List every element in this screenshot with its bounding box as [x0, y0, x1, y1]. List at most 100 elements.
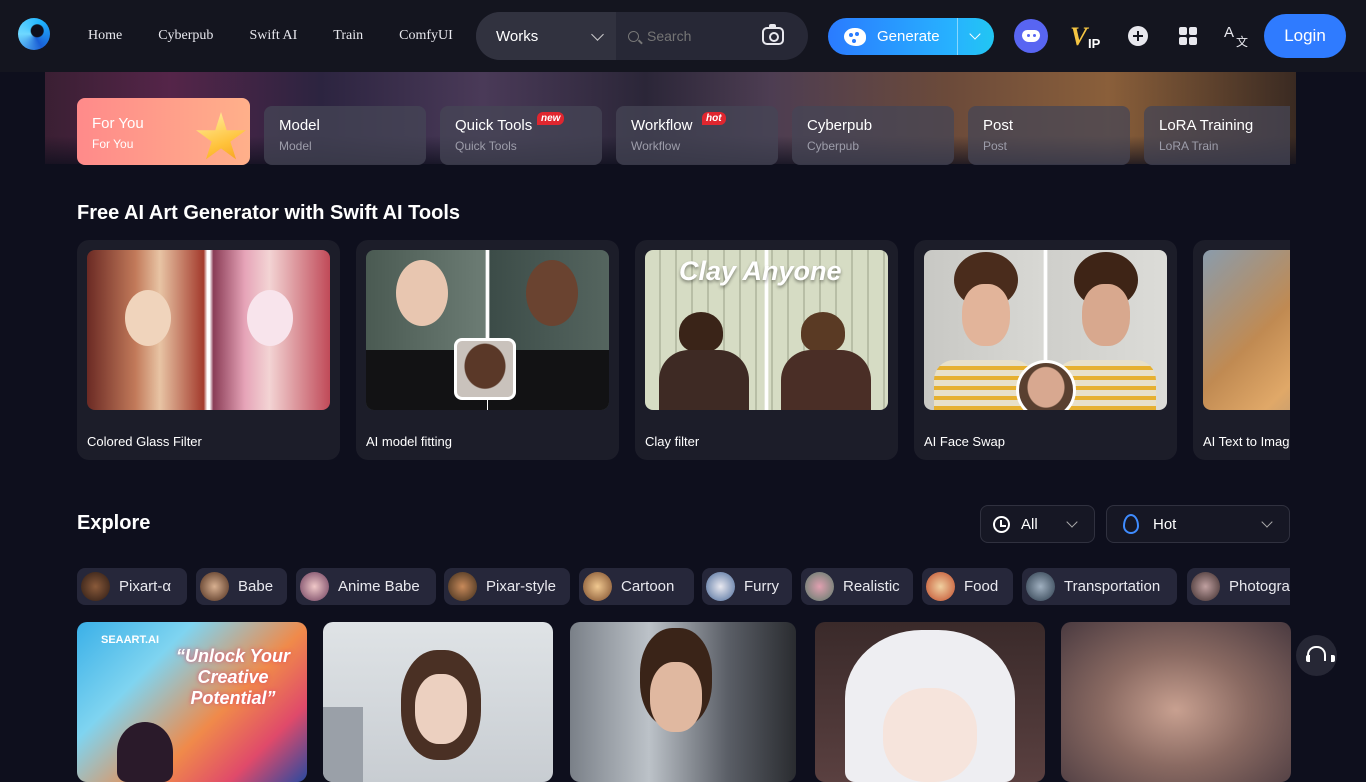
- clock-icon: [993, 516, 1010, 533]
- apps-grid-icon[interactable]: [1179, 27, 1197, 45]
- tool-card-label: AI Text to Image: [1203, 434, 1290, 449]
- main-nav-links: Home Cyberpub Swift AI Train ComfyUI: [88, 0, 489, 72]
- search-input[interactable]: [647, 28, 757, 44]
- nav-link-comfyui[interactable]: ComfyUI: [399, 28, 453, 44]
- tool-preview-image: Clay Anyone: [645, 250, 888, 410]
- category-card-post[interactable]: Post Post: [968, 106, 1130, 165]
- category-card-cyberpub[interactable]: Cyberpub Cyberpub: [792, 106, 954, 165]
- gallery-card[interactable]: [1061, 622, 1291, 782]
- tool-card-face-swap[interactable]: AI Face Swap: [914, 240, 1177, 460]
- sort-filter-select[interactable]: Hot: [1106, 505, 1290, 543]
- vip-icon[interactable]: V IP: [1068, 20, 1104, 52]
- generate-dropdown-chevron-icon[interactable]: [969, 28, 981, 40]
- customer-support-headset-icon[interactable]: [1296, 635, 1337, 676]
- gallery-card[interactable]: [323, 622, 553, 782]
- discord-icon[interactable]: [1014, 19, 1048, 53]
- tag-label: Transportation: [1064, 578, 1161, 595]
- category-subtitle: Model: [279, 139, 312, 153]
- tool-cards-row: Colored Glass Filter AI model fitting Cl…: [77, 240, 1290, 462]
- tag-babe[interactable]: Babe: [196, 568, 287, 605]
- chevron-down-icon: [591, 28, 604, 41]
- tag-label: Anime Babe: [338, 578, 420, 595]
- tag-furry[interactable]: Furry: [702, 568, 792, 605]
- tool-card-clay-filter[interactable]: Clay Anyone Clay filter: [635, 240, 898, 460]
- nav-link-home[interactable]: Home: [88, 28, 122, 44]
- nav-link-cyberpub[interactable]: Cyberpub: [158, 28, 213, 44]
- nav-link-swift-ai[interactable]: Swift AI: [249, 28, 297, 44]
- gallery-brand-text: SEAART.AI: [101, 634, 160, 646]
- tag-photography[interactable]: Photography: [1187, 568, 1290, 605]
- category-subtitle: Post: [983, 139, 1008, 153]
- category-card-workflow[interactable]: Workflow Workflow hot: [616, 106, 778, 165]
- explore-tag-row: Pixart-α Babe Anime Babe Pixar-style Car…: [77, 568, 1290, 606]
- category-title: Model: [279, 117, 320, 134]
- tag-thumbnail: [583, 572, 612, 601]
- search-bar: Works: [476, 12, 808, 60]
- tool-preview-image: [1203, 250, 1290, 410]
- chevron-down-icon: [1261, 516, 1273, 528]
- tag-thumbnail: [926, 572, 955, 601]
- tag-cartoon[interactable]: Cartoon: [579, 568, 694, 605]
- sort-filter-label: Hot: [1153, 516, 1177, 533]
- tag-thumbnail: [300, 572, 329, 601]
- tag-label: Cartoon: [621, 578, 675, 595]
- gallery-card[interactable]: [570, 622, 796, 782]
- category-card-lora-training[interactable]: LoRA Training LoRA Train: [1144, 106, 1290, 165]
- tool-card-label: AI Face Swap: [924, 434, 1005, 449]
- tool-card-ai-model-fitting[interactable]: AI model fitting: [356, 240, 619, 460]
- tag-transportation[interactable]: Transportation: [1022, 568, 1177, 605]
- gallery-card[interactable]: SEAART.AI “Unlock Your Creative Potentia…: [77, 622, 307, 782]
- tag-food[interactable]: Food: [922, 568, 1013, 605]
- chevron-down-icon: [1066, 516, 1078, 528]
- tag-realistic[interactable]: Realistic: [801, 568, 913, 605]
- time-filter-select[interactable]: All: [980, 505, 1095, 543]
- hot-badge: hot: [702, 112, 726, 125]
- category-card-model[interactable]: Model Model: [264, 106, 426, 165]
- category-title: Quick Tools: [455, 117, 533, 134]
- category-title: Post: [983, 117, 1014, 134]
- tag-anime-babe[interactable]: Anime Babe: [296, 568, 436, 605]
- tool-card-colored-glass[interactable]: Colored Glass Filter: [77, 240, 340, 460]
- lang-glyph-b: 文: [1236, 35, 1249, 49]
- generate-button[interactable]: Generate: [828, 18, 994, 55]
- search-icon: [628, 30, 639, 42]
- category-card-for-you[interactable]: For You For You: [77, 98, 250, 165]
- tag-thumbnail: [706, 572, 735, 601]
- tool-card-text-to-image[interactable]: AI Text to Image: [1193, 240, 1290, 460]
- category-card-quick-tools[interactable]: Quick Tools Quick Tools new: [440, 106, 602, 165]
- add-plus-icon[interactable]: [1128, 26, 1148, 46]
- tag-thumbnail: [1191, 572, 1220, 601]
- vip-ip-text: IP: [1088, 36, 1101, 51]
- time-filter-label: All: [1021, 516, 1038, 533]
- clay-anyone-overlay-text: Clay Anyone: [679, 256, 842, 286]
- generate-label: Generate: [877, 28, 940, 45]
- category-subtitle: Workflow: [631, 139, 681, 153]
- tool-card-label: AI model fitting: [366, 434, 452, 449]
- tool-preview-image: [87, 250, 330, 410]
- search-category-select[interactable]: Works: [476, 12, 616, 60]
- tag-thumbnail: [200, 572, 229, 601]
- palette-icon: [844, 27, 866, 46]
- login-button[interactable]: Login: [1264, 14, 1346, 58]
- language-translate-icon[interactable]: A 文: [1224, 24, 1250, 49]
- seaart-logo-icon[interactable]: [18, 18, 50, 50]
- tag-pixar-style[interactable]: Pixar-style: [444, 568, 570, 605]
- tag-label: Photography: [1229, 578, 1290, 595]
- tool-preview-image: [924, 250, 1167, 410]
- tag-label: Babe: [238, 578, 274, 595]
- tag-pixart[interactable]: Pixart-α: [77, 568, 187, 605]
- camera-search-icon[interactable]: [762, 24, 784, 45]
- tag-label: Pixart-α: [119, 578, 172, 595]
- category-subtitle: Cyberpub: [807, 139, 860, 153]
- search-category-label: Works: [496, 27, 539, 45]
- tag-label: Realistic: [843, 578, 900, 595]
- gallery-card[interactable]: [815, 622, 1045, 782]
- tag-label: Food: [964, 578, 999, 595]
- tool-card-label: Colored Glass Filter: [87, 434, 202, 449]
- nav-link-train[interactable]: Train: [333, 28, 363, 44]
- tag-thumbnail: [81, 572, 110, 601]
- category-subtitle: LoRA Train: [1159, 139, 1219, 153]
- gallery-caption-text: “Unlock Your Creative Potential”: [175, 646, 291, 708]
- category-subtitle: Quick Tools: [455, 139, 517, 153]
- tag-thumbnail: [448, 572, 477, 601]
